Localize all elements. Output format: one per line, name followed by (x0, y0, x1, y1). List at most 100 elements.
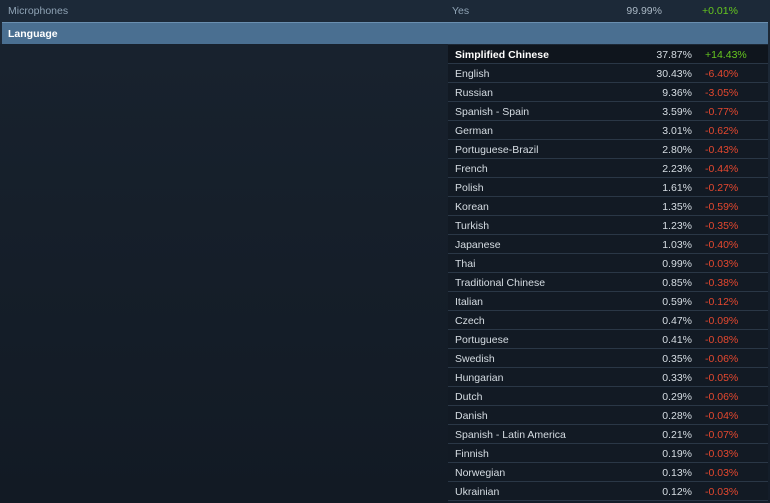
language-row: Czech 0.47% -0.09% (448, 311, 768, 330)
language-row: Korean 1.35% -0.59% (448, 197, 768, 216)
language-name: English (455, 68, 490, 80)
language-row: Traditional Chinese 0.85% -0.38% (448, 273, 768, 292)
language-row: Dutch 0.29% -0.06% (448, 387, 768, 406)
language-name: Czech (455, 315, 485, 327)
language-percent: 2.80% (662, 144, 692, 156)
language-name: Russian (455, 87, 493, 99)
language-percent: 3.01% (662, 125, 692, 137)
language-name: French (455, 163, 488, 175)
language-header-label: Language (8, 28, 58, 40)
microphones-percent: 99.99% (626, 5, 662, 17)
language-row: Hungarian 0.33% -0.05% (448, 368, 768, 387)
language-percent: 1.03% (662, 239, 692, 251)
language-row: Japanese 1.03% -0.40% (448, 235, 768, 254)
language-name: Japanese (455, 239, 501, 251)
language-change: -0.07% (705, 429, 739, 441)
language-row: Spanish - Spain 3.59% -0.77% (448, 102, 768, 121)
language-change: -3.05% (705, 87, 739, 99)
language-percent: 0.33% (662, 372, 692, 384)
language-name: Danish (455, 410, 488, 422)
language-row: Turkish 1.23% -0.35% (448, 216, 768, 235)
language-change: -0.59% (705, 201, 739, 213)
language-row: Italian 0.59% -0.12% (448, 292, 768, 311)
language-row: Polish 1.61% -0.27% (448, 178, 768, 197)
chart-area (0, 44, 448, 503)
language-section-header[interactable]: Language (2, 22, 768, 44)
language-percent: 0.21% (662, 429, 692, 441)
language-change: -0.40% (705, 239, 739, 251)
language-change: -0.12% (705, 296, 739, 308)
language-table: Simplified Chinese 37.87% +14.43% English 30… (448, 45, 768, 501)
language-percent: 0.59% (662, 296, 692, 308)
language-percent: 1.23% (662, 220, 692, 232)
language-change: -0.44% (705, 163, 739, 175)
language-row: Danish 0.28% -0.04% (448, 406, 768, 425)
language-percent: 3.59% (662, 106, 692, 118)
language-name: Polish (455, 182, 484, 194)
language-change: -0.03% (705, 448, 739, 460)
language-row: Portuguese 0.41% -0.08% (448, 330, 768, 349)
language-change: -0.06% (705, 391, 739, 403)
language-change: -0.77% (705, 106, 739, 118)
language-change: -6.40% (705, 68, 739, 80)
language-name: Spanish - Latin America (455, 429, 566, 441)
microphones-label: Microphones (8, 5, 69, 17)
language-name: Portuguese-Brazil (455, 144, 539, 156)
language-percent: 30.43% (656, 68, 692, 80)
stats-page: Microphones Yes 99.99% +0.01% Language S… (0, 0, 770, 503)
language-row: Swedish 0.35% -0.06% (448, 349, 768, 368)
language-change: +14.43% (705, 49, 747, 61)
language-name: Hungarian (455, 372, 504, 384)
language-percent: 0.28% (662, 410, 692, 422)
language-row: Norwegian 0.13% -0.03% (448, 463, 768, 482)
language-name: Ukrainian (455, 486, 500, 498)
language-name: Simplified Chinese (455, 49, 549, 61)
language-name: Korean (455, 201, 489, 213)
language-change: -0.43% (705, 144, 739, 156)
language-percent: 0.12% (662, 486, 692, 498)
language-percent: 2.23% (662, 163, 692, 175)
language-name: Finnish (455, 448, 489, 460)
language-name: Dutch (455, 391, 483, 403)
language-name: Portuguese (455, 334, 509, 346)
language-name: German (455, 125, 493, 137)
language-row: Ukrainian 0.12% -0.03% (448, 482, 768, 501)
language-row: German 3.01% -0.62% (448, 121, 768, 140)
language-change: -0.35% (705, 220, 739, 232)
language-percent: 0.35% (662, 353, 692, 365)
language-percent: 0.41% (662, 334, 692, 346)
language-change: -0.62% (705, 125, 739, 137)
language-row: Finnish 0.19% -0.03% (448, 444, 768, 463)
language-percent: 0.85% (662, 277, 692, 289)
language-row: Simplified Chinese 37.87% +14.43% (448, 45, 768, 64)
language-percent: 0.99% (662, 258, 692, 270)
language-row: Thai 0.99% -0.03% (448, 254, 768, 273)
language-name: Thai (455, 258, 476, 270)
language-name: Italian (455, 296, 484, 308)
language-name: Traditional Chinese (455, 277, 546, 289)
language-row: Russian 9.36% -3.05% (448, 83, 768, 102)
microphones-change: +0.01% (702, 5, 738, 17)
language-name: Norwegian (455, 467, 506, 479)
language-percent: 0.13% (662, 467, 692, 479)
language-row: Portuguese-Brazil 2.80% -0.43% (448, 140, 768, 159)
language-percent: 0.47% (662, 315, 692, 327)
microphones-row: Microphones Yes 99.99% +0.01% (0, 0, 770, 22)
language-percent: 1.61% (662, 182, 692, 194)
language-percent: 37.87% (656, 49, 692, 61)
language-change: -0.27% (705, 182, 739, 194)
language-name: Swedish (455, 353, 495, 365)
language-percent: 9.36% (662, 87, 692, 99)
language-name: Turkish (455, 220, 490, 232)
language-percent: 1.35% (662, 201, 692, 213)
language-row: Spanish - Latin America 0.21% -0.07% (448, 425, 768, 444)
language-name: Spanish - Spain (455, 106, 530, 118)
language-percent: 0.19% (662, 448, 692, 460)
microphones-value: Yes (452, 5, 470, 17)
language-change: -0.09% (705, 315, 739, 327)
language-change: -0.03% (705, 467, 739, 479)
language-percent: 0.29% (662, 391, 692, 403)
language-change: -0.03% (705, 486, 739, 498)
language-change: -0.38% (705, 277, 739, 289)
language-change: -0.06% (705, 353, 739, 365)
